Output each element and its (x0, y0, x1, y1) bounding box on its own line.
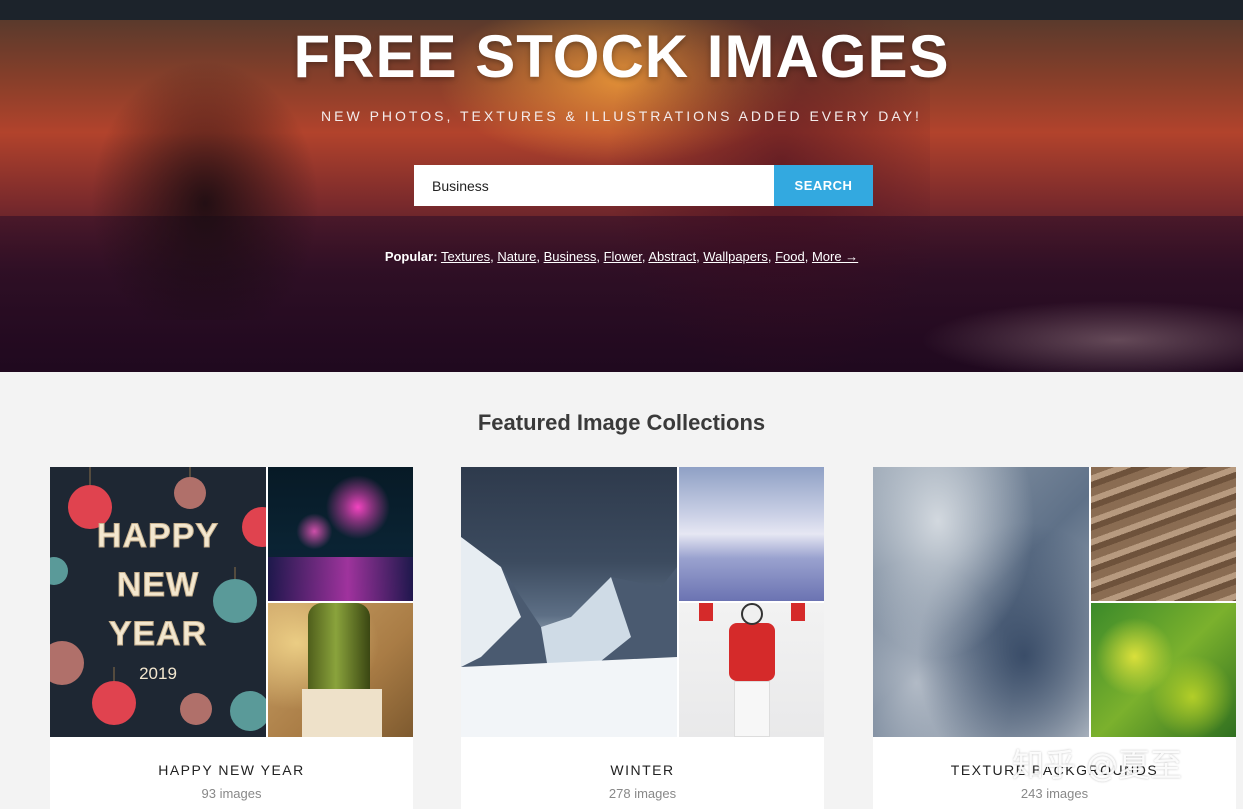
new-year-art-line3: YEAR (108, 615, 208, 654)
collection-image-secondary[interactable] (679, 467, 824, 601)
collection-image-tertiary[interactable] (679, 603, 824, 737)
popular-link-business[interactable]: Business (544, 249, 597, 264)
popular-searches: Popular: Textures, Nature, Business, Flo… (384, 249, 859, 264)
search-input[interactable] (414, 165, 774, 206)
winter-lake-image (679, 467, 824, 601)
new-year-card-image: HAPPY NEW YEAR 2019 (50, 467, 266, 737)
collection-title[interactable]: HAPPY NEW YEAR (50, 762, 413, 778)
hero-wave-splash (90, 60, 320, 320)
snowy-mountain-image (461, 467, 677, 737)
popular-link-wallpapers[interactable]: Wallpapers (703, 249, 768, 264)
new-year-art-year: 2019 (139, 664, 177, 683)
collection-count: 278 images (608, 786, 677, 801)
white-pants (734, 681, 770, 737)
collection-image-main[interactable] (873, 467, 1089, 737)
collection-card-happy-new-year[interactable]: HAPPY NEW YEAR 2019 HAPPY NEW YEAR 93 im… (50, 467, 413, 809)
ornament (230, 691, 266, 731)
popular-link-flower[interactable]: Flower (604, 249, 642, 264)
collection-title[interactable]: WINTER (461, 762, 824, 778)
collection-image-tertiary[interactable] (268, 603, 413, 737)
leaf-texture-image (1091, 603, 1236, 737)
snow-person-image (679, 603, 824, 737)
new-year-art-line2: NEW (116, 566, 200, 605)
popular-link-food[interactable]: Food (775, 249, 805, 264)
red-jacket (729, 623, 775, 681)
collection-count: 93 images (201, 786, 262, 801)
popular-link-more[interactable]: More → (812, 249, 858, 264)
collection-count: 243 images (1020, 786, 1089, 801)
ornament (174, 477, 206, 509)
bottle-label (302, 689, 382, 737)
fireworks-image (268, 467, 413, 601)
hero-subtitle: NEW PHOTOS, TEXTURES & ILLUSTRATIONS ADD… (321, 108, 922, 124)
collection-card-winter[interactable]: WINTER 278 images (461, 467, 824, 809)
ornament (92, 681, 136, 725)
popular-link-textures[interactable]: Textures (441, 249, 490, 264)
search-button[interactable]: SEARCH (774, 165, 873, 206)
fireworks-reflection (268, 557, 413, 601)
ornament (180, 693, 212, 725)
sand-texture-image (1091, 467, 1236, 601)
watermark-text: 知乎 @夏至 (1012, 746, 1183, 784)
person-head (741, 603, 763, 625)
top-navigation-bar (0, 0, 1243, 20)
new-year-art-line1: HAPPY (96, 517, 220, 556)
hero-wave-foam (920, 300, 1243, 372)
collection-image-tertiary[interactable] (1091, 603, 1236, 737)
hero-title: FREE STOCK IMAGES (293, 23, 950, 90)
grunge-texture-image (873, 467, 1089, 737)
collection-image-secondary[interactable] (268, 467, 413, 601)
hero-banner: FREE STOCK IMAGES NEW PHOTOS, TEXTURES &… (0, 20, 1243, 372)
popular-link-abstract[interactable]: Abstract (648, 249, 696, 264)
collection-image-main[interactable]: HAPPY NEW YEAR 2019 (50, 467, 266, 737)
featured-collections-heading: Featured Image Collections (477, 410, 766, 435)
search-form: SEARCH (414, 165, 873, 206)
champagne-bottle-image (268, 603, 413, 737)
mountain-graphic (461, 537, 677, 737)
popular-link-nature[interactable]: Nature (497, 249, 536, 264)
collection-image-secondary[interactable] (1091, 467, 1236, 601)
collection-image-main[interactable] (461, 467, 677, 737)
popular-label: Popular: (384, 249, 438, 264)
